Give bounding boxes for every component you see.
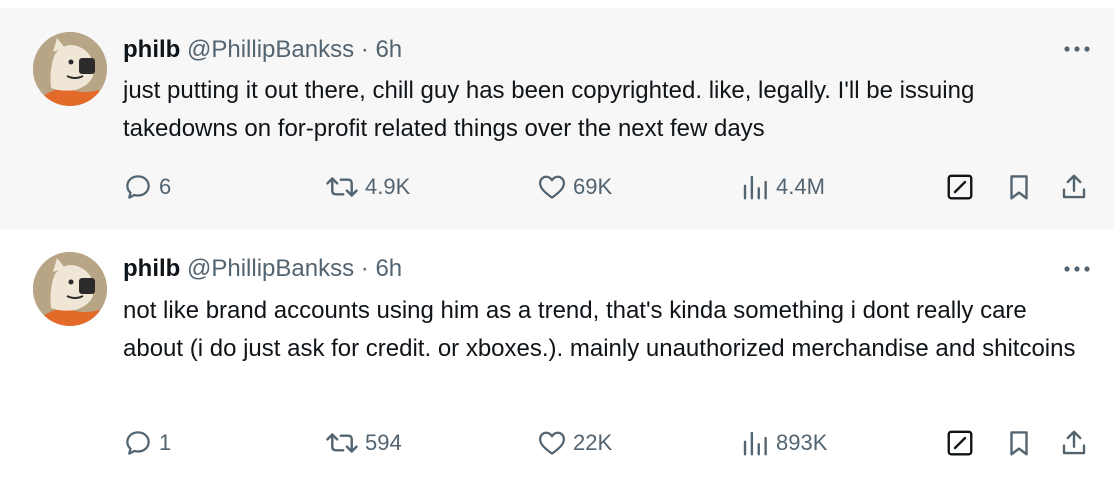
views-icon: [740, 428, 770, 458]
reply-icon: [123, 428, 153, 458]
timestamp[interactable]: 6h: [375, 255, 402, 282]
tweet-text: not like brand accounts using him as a t…: [123, 297, 1076, 362]
user-handle[interactable]: @PhillipBankss: [187, 36, 354, 63]
edit-icon: [945, 172, 975, 202]
retweet-icon: [325, 172, 359, 202]
reply-button[interactable]: 1: [123, 428, 171, 458]
avatar[interactable]: [33, 32, 107, 106]
retweet-icon: [325, 428, 359, 458]
views-button[interactable]: 4.4M: [740, 172, 825, 202]
edit-icon: [945, 428, 975, 458]
bookmark-button[interactable]: [1004, 428, 1034, 458]
like-button[interactable]: 22K: [537, 428, 612, 458]
views-count: 893K: [776, 430, 828, 455]
like-icon: [537, 172, 567, 202]
retweet-button[interactable]: 4.9K: [325, 172, 410, 202]
tweet-header: philb @PhillipBankss · 6h: [123, 35, 402, 65]
like-count: 22K: [573, 430, 613, 455]
separator: ·: [360, 36, 369, 63]
reply-icon: [123, 172, 153, 202]
separator: ·: [360, 255, 369, 282]
more-icon[interactable]: [1062, 34, 1092, 64]
like-button[interactable]: 69K: [537, 172, 612, 202]
bookmark-button[interactable]: [1004, 172, 1034, 202]
retweet-count: 4.9K: [365, 174, 411, 199]
edit-button[interactable]: [945, 172, 975, 202]
views-icon: [740, 172, 770, 202]
user-handle[interactable]: @PhillipBankss: [187, 255, 354, 282]
views-button[interactable]: 893K: [740, 428, 827, 458]
timestamp[interactable]: 6h: [375, 36, 402, 63]
share-icon: [1059, 428, 1089, 458]
bookmark-icon: [1004, 428, 1034, 458]
display-name[interactable]: philb: [123, 36, 180, 63]
display-name[interactable]: philb: [123, 255, 180, 282]
reply-count: 1: [159, 430, 172, 455]
views-count: 4.4M: [776, 174, 825, 199]
retweet-count: 594: [365, 430, 402, 455]
bookmark-icon: [1004, 172, 1034, 202]
share-icon: [1059, 172, 1089, 202]
like-count: 69K: [573, 174, 613, 199]
reply-button[interactable]: 6: [123, 172, 171, 202]
tweet[interactable]: philb @PhillipBankss · 6h just putting i…: [0, 8, 1114, 230]
edit-button[interactable]: [945, 428, 975, 458]
share-button[interactable]: [1059, 428, 1089, 458]
tweet-text: just putting it out there, chill guy has…: [123, 77, 975, 142]
share-button[interactable]: [1059, 172, 1089, 202]
like-icon: [537, 428, 567, 458]
tweet[interactable]: philb @PhillipBankss · 6h not like brand…: [0, 230, 1114, 480]
avatar[interactable]: [33, 252, 107, 326]
tweet-header: philb @PhillipBankss · 6h: [123, 254, 402, 284]
retweet-button[interactable]: 594: [325, 428, 402, 458]
more-icon[interactable]: [1062, 254, 1092, 284]
reply-count: 6: [159, 174, 172, 199]
